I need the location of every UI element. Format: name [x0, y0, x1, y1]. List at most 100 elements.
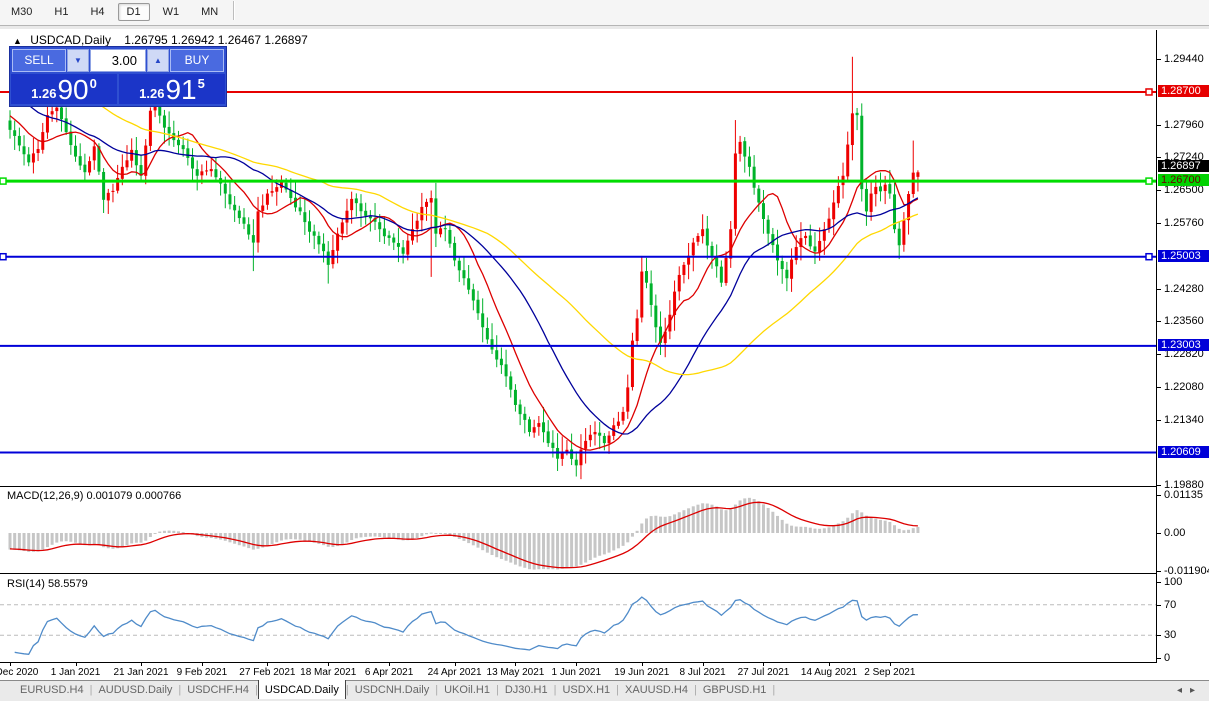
date-tick-mark — [141, 663, 143, 666]
price-level-badge: 1.28700 — [1158, 84, 1209, 97]
date-tick-mark — [454, 663, 456, 666]
chart-tab-xauusd-h4[interactable]: XAUUSD.H4 — [619, 681, 694, 699]
price-tick-mark — [1157, 386, 1161, 388]
symbol-tabbar: EURUSD.H4 | AUDUSD.Daily | USDCHF.H4 | USDCAD.… — [0, 680, 1209, 701]
date-tick-label: 12 Dec 2020 — [0, 667, 39, 678]
buy-price-main: 91 — [165, 74, 197, 105]
date-tick-mark — [763, 663, 765, 666]
macd-tick-label: 0.01135 — [1164, 488, 1203, 501]
mt4-window: M30 H1 H4 D1 W1 MN ▲ USDCAD,Daily 1.26795 1.2… — [0, 0, 1209, 701]
price-tick-mark — [1157, 353, 1161, 355]
date-tick-label: 2 Sep 2021 — [864, 667, 916, 678]
macd-tick-mark — [1157, 571, 1161, 572]
macd-label: MACD(12,26,9) 0.001079 0.000766 — [7, 490, 182, 502]
collapse-triangle-icon[interactable]: ▲ — [13, 36, 22, 46]
rsi-label: RSI(14) 58.5579 — [7, 578, 88, 590]
rsi-tick-label: 30 — [1164, 629, 1177, 642]
date-tick-label: 1 Jun 2021 — [551, 667, 602, 678]
macd-tick-label: 0.00 — [1164, 527, 1186, 539]
date-tick-mark — [201, 663, 203, 666]
date-tick-mark — [576, 663, 578, 666]
chart-tab-eurusd-h4[interactable]: EURUSD.H4 — [14, 681, 90, 699]
sell-price-prefix: 1.26 — [31, 86, 57, 101]
chart-title: ▲ USDCAD,Daily 1.26795 1.26942 1.26467 1… — [13, 33, 308, 47]
price-tick-label: 1.25760 — [1164, 216, 1204, 229]
timeframe-button-mn[interactable]: MN — [192, 3, 227, 21]
price-tick-mark — [1157, 157, 1161, 159]
one-click-trade-panel: SELL ▼ 3.00 ▲ BUY 1.26 90 0 1.26 91 5 — [9, 46, 227, 107]
timeframe-toolbar: M30 H1 H4 D1 W1 MN — [0, 0, 1209, 25]
chart-tab-ukoil-h1[interactable]: UKOil.H1 — [438, 681, 496, 699]
chart-tab-dj30-h1[interactable]: DJ30.H1 — [499, 681, 554, 699]
price-tick-mark — [1157, 124, 1161, 126]
date-tick-mark — [702, 663, 704, 666]
timeframe-button-m30[interactable]: M30 — [2, 3, 41, 21]
date-tick-label: 27 Feb 2021 — [239, 667, 296, 678]
timeframe-button-d1[interactable]: D1 — [117, 3, 150, 21]
price-level-badge: 1.20609 — [1158, 445, 1209, 458]
buy-price-button[interactable]: 1.26 91 5 — [119, 74, 225, 104]
rsi-tick-label: 100 — [1164, 576, 1183, 588]
date-tick-mark — [10, 663, 11, 666]
price-tick-label: 1.23560 — [1164, 315, 1204, 327]
price-tick-label: 1.24280 — [1164, 282, 1204, 295]
price-axis[interactable]: 1.29440 1.27960 1.27240 1.26500 1.25760 1.242… — [1156, 30, 1209, 664]
rsi-tick-label: 0 — [1164, 652, 1171, 664]
sell-button[interactable]: SELL — [12, 49, 66, 72]
rsi-tick-mark — [1157, 582, 1161, 583]
price-tick-label: 1.21340 — [1164, 413, 1204, 426]
date-tick-label: 19 Jun 2021 — [614, 667, 670, 678]
sell-price-main: 90 — [57, 74, 89, 105]
buy-price-prefix: 1.26 — [139, 86, 165, 101]
timeframe-button-h1[interactable]: H1 — [45, 3, 77, 21]
date-tick-label: 21 Jan 2021 — [113, 667, 169, 678]
macd-tick-mark — [1157, 533, 1161, 534]
date-tick-label: 1 Jan 2021 — [50, 667, 101, 678]
sell-price-button[interactable]: 1.26 90 0 — [11, 74, 117, 104]
volume-decrease-button[interactable]: ▼ — [67, 49, 89, 72]
current-price-badge: 1.26897 — [1158, 160, 1209, 173]
rsi-tick-mark — [1157, 604, 1161, 606]
date-tick-label: 27 Jul 2021 — [737, 667, 790, 678]
date-tick-label: 24 Apr 2021 — [427, 667, 482, 678]
date-axis[interactable]: 12 Dec 2020 1 Jan 2021 21 Jan 2021 9 Feb 20… — [0, 663, 1156, 680]
price-level-badge: 1.26700 — [1158, 174, 1209, 187]
date-tick-mark — [75, 663, 77, 666]
date-tick-label: 13 May 2021 — [486, 667, 545, 678]
chart-tab-usdcad-daily[interactable]: USDCAD.Daily — [257, 680, 346, 699]
volume-increase-button[interactable]: ▲ — [147, 49, 169, 72]
date-tick-mark — [389, 663, 391, 666]
date-tick-label: 9 Feb 2021 — [176, 667, 228, 678]
rsi-line — [14, 596, 918, 655]
date-tick-mark — [829, 663, 830, 666]
rsi-tick-mark — [1157, 658, 1161, 659]
symbol-period-label: USDCAD,Daily — [30, 33, 111, 47]
chart-tab-audusd-daily[interactable]: AUDUSD.Daily — [92, 681, 178, 699]
date-tick-label: 6 Apr 2021 — [364, 667, 414, 678]
price-tick-label: 1.22080 — [1164, 380, 1204, 393]
tab-separator: | — [772, 684, 776, 696]
price-tick-mark — [1157, 321, 1161, 322]
timeframe-button-h4[interactable]: H4 — [81, 3, 113, 21]
date-tick-mark — [889, 663, 891, 666]
chart-tab-usdcnh-daily[interactable]: USDCNH.Daily — [349, 681, 436, 699]
price-level-badge: 1.25003 — [1158, 249, 1209, 262]
chart-tab-usdx-h1[interactable]: USDX.H1 — [556, 681, 616, 699]
rsi-tick-label: 70 — [1164, 598, 1177, 611]
volume-input[interactable]: 3.00 — [90, 49, 146, 72]
rsi-panel[interactable] — [0, 576, 1156, 662]
date-tick-mark — [328, 663, 330, 666]
price-tick-label: 1.29440 — [1164, 53, 1204, 65]
date-tick-mark — [641, 663, 643, 666]
chart-tab-gbpusd-h1[interactable]: GBPUSD.H1 — [697, 681, 773, 699]
macd-tick-mark — [1157, 494, 1161, 496]
buy-button[interactable]: BUY — [170, 49, 224, 72]
date-tick-mark — [515, 663, 517, 666]
ohlc-values: 1.26795 1.26942 1.26467 1.26897 — [124, 33, 308, 47]
tab-scroll-arrows[interactable]: ◂▸ — [1177, 685, 1203, 696]
price-tick-mark — [1157, 484, 1161, 486]
price-tick-mark — [1157, 419, 1161, 421]
chart-tab-usdchf-h4[interactable]: USDCHF.H4 — [181, 681, 255, 699]
price-tick-label: 1.27960 — [1164, 118, 1204, 131]
timeframe-button-w1[interactable]: W1 — [154, 3, 189, 21]
